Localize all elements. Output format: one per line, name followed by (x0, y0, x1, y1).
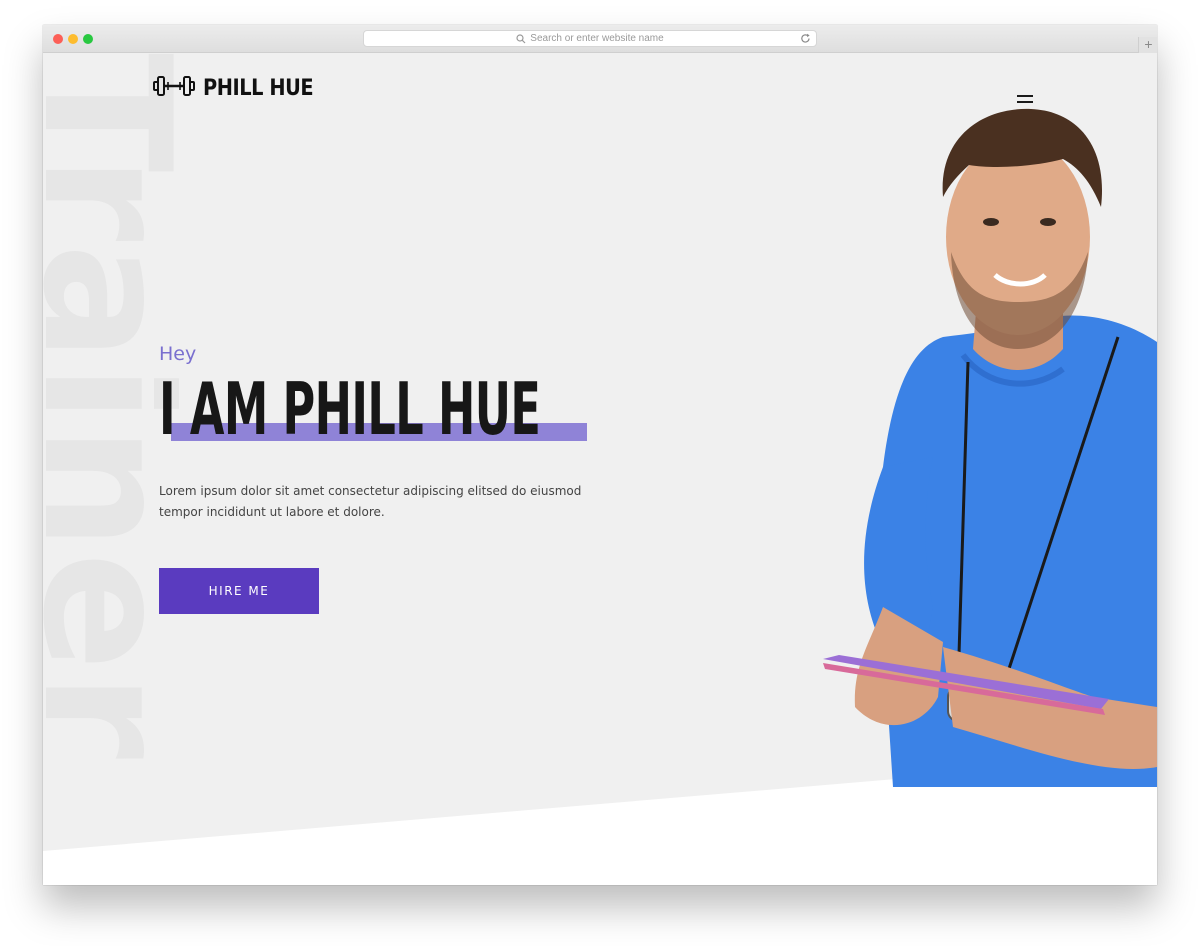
trainer-photo (823, 108, 1157, 787)
browser-window: Search or enter website name + Trainer P… (43, 25, 1157, 885)
browser-titlebar: Search or enter website name + (43, 25, 1157, 53)
intro-line-2: tempor incididunt ut labore et dolore. (159, 505, 385, 519)
brand-name: PHILL HUE (203, 76, 314, 101)
search-icon (516, 33, 526, 44)
close-window-button[interactable] (53, 34, 63, 44)
intro-line-1: Lorem ipsum dolor sit amet consectetur a… (159, 484, 582, 498)
zoom-window-button[interactable] (83, 34, 93, 44)
hero-headline-block: I AM PHILL HUE (159, 369, 589, 449)
hire-me-button[interactable]: HIRE ME (159, 568, 319, 614)
hero-headline: I AM PHILL HUE (159, 367, 541, 451)
address-bar[interactable]: Search or enter website name (363, 30, 817, 47)
reload-icon[interactable] (800, 33, 811, 44)
address-placeholder: Search or enter website name (530, 33, 664, 44)
minimize-window-button[interactable] (68, 34, 78, 44)
hero-greeting: Hey (159, 343, 197, 365)
site-logo[interactable]: PHILL HUE (153, 73, 328, 104)
new-tab-button[interactable]: + (1138, 37, 1157, 53)
dumbbell-icon (153, 73, 195, 104)
hero-intro: Lorem ipsum dolor sit amet consectetur a… (159, 481, 599, 523)
hero-page: Trainer PHILL HUE Hey I AM PHILL HUE Lor… (43, 53, 1157, 885)
